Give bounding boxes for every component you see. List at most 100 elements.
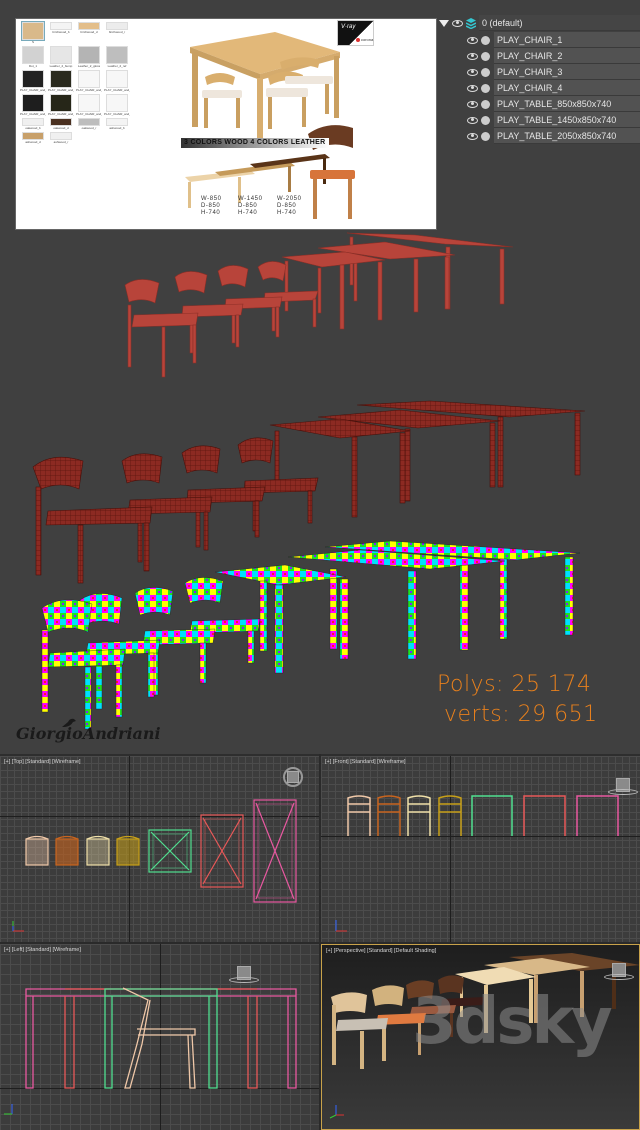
viewcube-ring-icon[interactable] [608,789,638,795]
viewcube-ring-icon[interactable] [229,977,259,983]
file-thumbnail[interactable]: PLAY_CHAIR_and_TABLE_VRay [20,94,46,116]
uv-chair-4 [184,577,261,670]
viewcube-icon[interactable] [287,771,299,783]
render-toggle-icon[interactable] [481,51,490,61]
file-thumbnail[interactable]: ashwood_r [48,132,74,144]
thumbnail-image [50,94,72,112]
dim-depth: D-850 [238,203,258,209]
document-icon [106,94,128,112]
layer-item-label: PLAY_CHAIR_4 [494,80,640,96]
viewcube-ring-icon[interactable] [604,974,634,980]
axis-gizmo-icon [4,1104,13,1115]
wire-chair-3 [181,445,266,548]
eye-icon[interactable] [467,36,478,44]
thumbnail-image [106,22,128,30]
render-toggle-icon[interactable] [481,115,490,125]
file-thumbnail[interactable]: Leather_2_bump [48,46,74,68]
layer-item[interactable]: PLAY_CHAIR_4 [467,80,640,96]
layer-explorer: 0 (default) PLAY_CHAIR_1 PLAY_CHAIR_2 PLAY… [437,15,640,144]
expand-triangle-icon[interactable] [439,19,449,27]
eye-icon[interactable] [467,132,478,140]
file-name: Leather_2_bump [49,64,73,68]
preview-chair [202,73,242,128]
file-name: PLAY_CHAIR_and_TABLE_VRay [20,112,46,116]
clay-table-850 [281,251,386,330]
file-thumbnail[interactable]: S [20,21,46,44]
file-name: Dot_1 [28,64,37,68]
layer-item-label: PLAY_TABLE_850x850x740 [494,96,640,112]
render-toggle-icon[interactable] [481,67,490,77]
top-table-1450 [200,814,244,888]
file-thumbnail[interactable]: Leather_2_gloss [76,46,102,68]
viewport-perspective[interactable]: [+] [Perspective] [Standard] [Default Sh… [321,944,640,1130]
file-thumbnail[interactable]: PLAY_CHAIR_and_TABLE_VRay.fy [104,94,130,116]
file-thumbnail[interactable]: PLAY_CHAIR_and_TABLE_Corona [20,70,46,92]
eye-icon[interactable] [467,68,478,76]
layer-item[interactable]: PLAY_TABLE_850x850x740 [467,96,640,112]
file-name: S [31,40,34,44]
render-toggle-icon[interactable] [481,99,490,109]
file-thumbnail[interactable]: ashwood_d [20,132,46,144]
render-toggle-icon[interactable] [481,131,490,141]
layer-item[interactable]: PLAY_CHAIR_3 [467,64,640,80]
file-thumbnail[interactable]: PLAY_CHAIR_and_TABLE_Corona [48,70,74,92]
viewport-front[interactable]: [+] [Front] [Standard] [Wireframe] [321,754,640,942]
file-thumbnail[interactable]: oakwood_d [48,118,74,130]
eye-icon[interactable] [467,52,478,60]
colors-banner: 3 COLORS WOOD 4 COLORS LEATHER [181,138,329,148]
layer-item[interactable]: PLAY_TABLE_1450x850x740 [467,112,640,128]
thumbnail-image [22,46,44,64]
render-toggle-icon[interactable] [481,35,490,45]
render-toggle-icon[interactable] [481,83,490,93]
eye-icon[interactable] [452,19,463,27]
eye-icon[interactable] [467,84,478,92]
front-chair-3 [407,795,431,836]
preview-render [185,32,355,219]
file-thumbnail[interactable]: PLAY_CHAIR_and_TABLE_VRay [48,94,74,116]
file-thumbnail[interactable]: oakwood_r [76,118,102,130]
layer-item[interactable]: PLAY_TABLE_2050x850x740 [467,128,640,144]
axis-gizmo-icon [329,1105,344,1119]
document-icon [78,94,100,112]
viewport-left[interactable]: [+] [Left] [Standard] [Wireframe] [0,944,319,1130]
layer-root[interactable]: 0 (default) [439,15,640,31]
dim-depth: D-850 [201,203,221,209]
wire-table-850 [269,418,411,518]
file-name: birchwood_d [80,30,98,34]
file-thumbnail[interactable]: birchwood_b [48,22,74,44]
file-thumbnail[interactable]: PLAY_CHAIR_and_TABLE_Corona.mtl [76,70,102,92]
top-view-objects [12,799,297,932]
file-name: Leather_2_gloss [77,64,101,68]
top-chair-1 [25,835,49,866]
thumbnail-image [50,118,72,126]
file-thumbnail[interactable]: birchwood_d [76,22,102,44]
layer-item-label: PLAY_CHAIR_2 [494,48,640,64]
file-name: ashwood_b [109,126,125,130]
thumbnail-image [106,118,128,126]
viewport-top[interactable]: [+] [Top] [Standard] [Wireframe] [0,754,319,942]
left-table-850 [104,988,218,1089]
thumbnail-image [21,21,45,41]
file-thumbnail[interactable]: PLAY_CHAIR_and_TABLE_VRay.mtl [76,94,102,116]
file-name: PLAY_CHAIR_and_TABLE_Corona [20,88,46,92]
document-icon [106,70,128,88]
front-table-2050 [576,795,619,836]
thumbnail-image [78,118,100,126]
top-chair-3 [86,835,110,866]
front-chair-1 [347,795,371,836]
layer-item[interactable]: PLAY_CHAIR_2 [467,48,640,64]
dim-width: W-1450 [238,196,263,202]
file-thumbnail[interactable]: PLAY_CHAIR_and_TABLE_Corona.fy [104,70,130,92]
thumbnail-grid: Sbirchwood_b birchwood_d birchwood_r Dot_1 L… [20,21,132,144]
eye-icon[interactable] [467,100,478,108]
file-thumbnail[interactable]: Dot_1 [20,46,46,68]
file-thumbnail[interactable]: birchwood_r [104,22,130,44]
file-thumbnail[interactable]: ashwood_b [104,118,130,130]
eye-icon[interactable] [467,116,478,124]
layer-item[interactable]: PLAY_CHAIR_1 [467,32,640,48]
watermark: 3dsky [412,985,613,1059]
file-name: PLAY_CHAIR_and_TABLE_Corona.mtl [76,88,102,92]
file-thumbnail[interactable]: oakwood_b [20,118,46,130]
file-thumbnail[interactable]: Leather_2_ref [104,46,130,68]
dim-height: H-740 [238,210,258,216]
